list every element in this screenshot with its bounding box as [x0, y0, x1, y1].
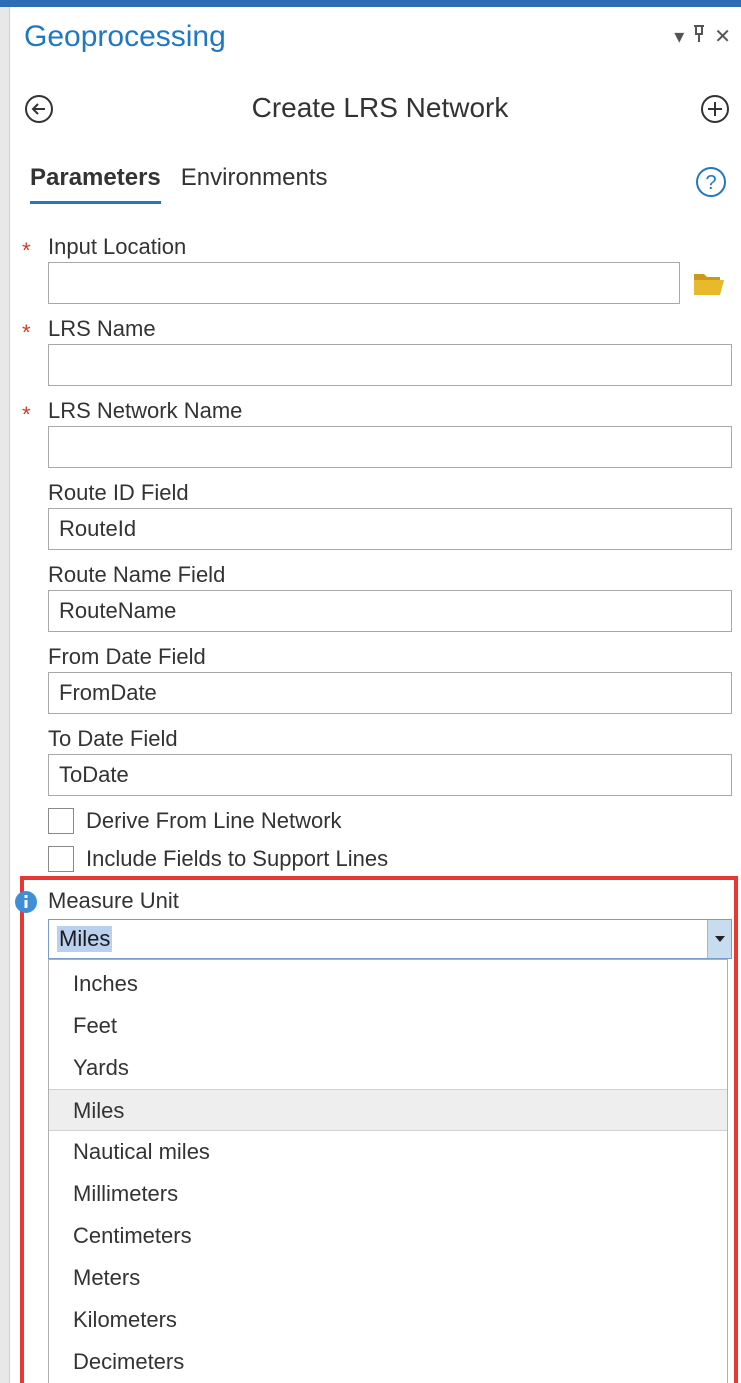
tool-title: Create LRS Network: [251, 92, 509, 123]
include-fields-checkbox[interactable]: [48, 846, 74, 872]
route-name-field-input[interactable]: RouteName: [48, 590, 732, 632]
lrs-name-label: LRS Name: [48, 316, 156, 341]
pane-controls: ▾ ✕: [674, 24, 731, 49]
folder-icon[interactable]: [693, 270, 725, 296]
route-id-field-label: Route ID Field: [48, 480, 189, 505]
option-miles[interactable]: Miles: [49, 1089, 727, 1131]
tab-bar: Parameters Environments: [30, 164, 328, 204]
tab-parameters[interactable]: Parameters: [30, 164, 161, 204]
option-kilometers[interactable]: Kilometers: [49, 1299, 727, 1341]
measure-unit-select[interactable]: Miles: [48, 919, 732, 959]
measure-unit-value: Miles: [57, 926, 113, 952]
route-name-field-label: Route Name Field: [48, 562, 226, 587]
option-inches[interactable]: Inches: [49, 963, 727, 1005]
derive-from-line-network-label: Derive From Line Network: [86, 808, 342, 833]
from-date-field-input[interactable]: FromDate: [48, 672, 732, 714]
required-marker: *: [22, 320, 31, 345]
info-icon[interactable]: [14, 890, 38, 914]
add-icon[interactable]: [700, 94, 730, 124]
lrs-network-name-label: LRS Network Name: [48, 398, 243, 423]
route-id-field-input[interactable]: RouteId: [48, 508, 732, 550]
required-marker: *: [22, 402, 31, 427]
from-date-field-label: From Date Field: [48, 644, 206, 669]
measure-unit-dropdown-list: Inches Feet Yards Miles Nautical miles M…: [48, 959, 728, 1383]
option-yards[interactable]: Yards: [49, 1047, 727, 1089]
pin-icon[interactable]: [692, 24, 706, 49]
include-fields-label: Include Fields to Support Lines: [86, 846, 389, 871]
tab-environments[interactable]: Environments: [181, 164, 328, 204]
option-millimeters[interactable]: Millimeters: [49, 1173, 727, 1215]
window-top-stripe: [0, 0, 741, 7]
to-date-field-label: To Date Field: [48, 726, 178, 751]
svg-text:?: ?: [705, 172, 716, 194]
option-centimeters[interactable]: Centimeters: [49, 1215, 727, 1257]
close-icon[interactable]: ✕: [714, 26, 731, 48]
required-marker: *: [22, 238, 31, 263]
measure-unit-label: Measure Unit: [48, 888, 179, 913]
pane-menu-icon[interactable]: ▾: [674, 26, 684, 48]
option-nautical-miles[interactable]: Nautical miles: [49, 1131, 727, 1173]
input-location-label: Input Location: [48, 234, 187, 259]
pane-title: Geoprocessing: [24, 20, 226, 53]
option-meters[interactable]: Meters: [49, 1257, 727, 1299]
lrs-name-field[interactable]: [48, 344, 732, 386]
derive-from-line-network-checkbox[interactable]: [48, 808, 74, 834]
window-left-edge: [0, 7, 10, 1383]
to-date-field-input[interactable]: ToDate: [48, 754, 732, 796]
option-feet[interactable]: Feet: [49, 1005, 727, 1047]
option-decimeters[interactable]: Decimeters: [49, 1341, 727, 1383]
dropdown-arrow-icon[interactable]: [707, 920, 731, 958]
lrs-network-name-field[interactable]: [48, 426, 732, 468]
tool-header: Create LRS Network: [24, 86, 736, 132]
help-icon[interactable]: ?: [695, 166, 727, 198]
input-location-field[interactable]: [48, 262, 680, 304]
